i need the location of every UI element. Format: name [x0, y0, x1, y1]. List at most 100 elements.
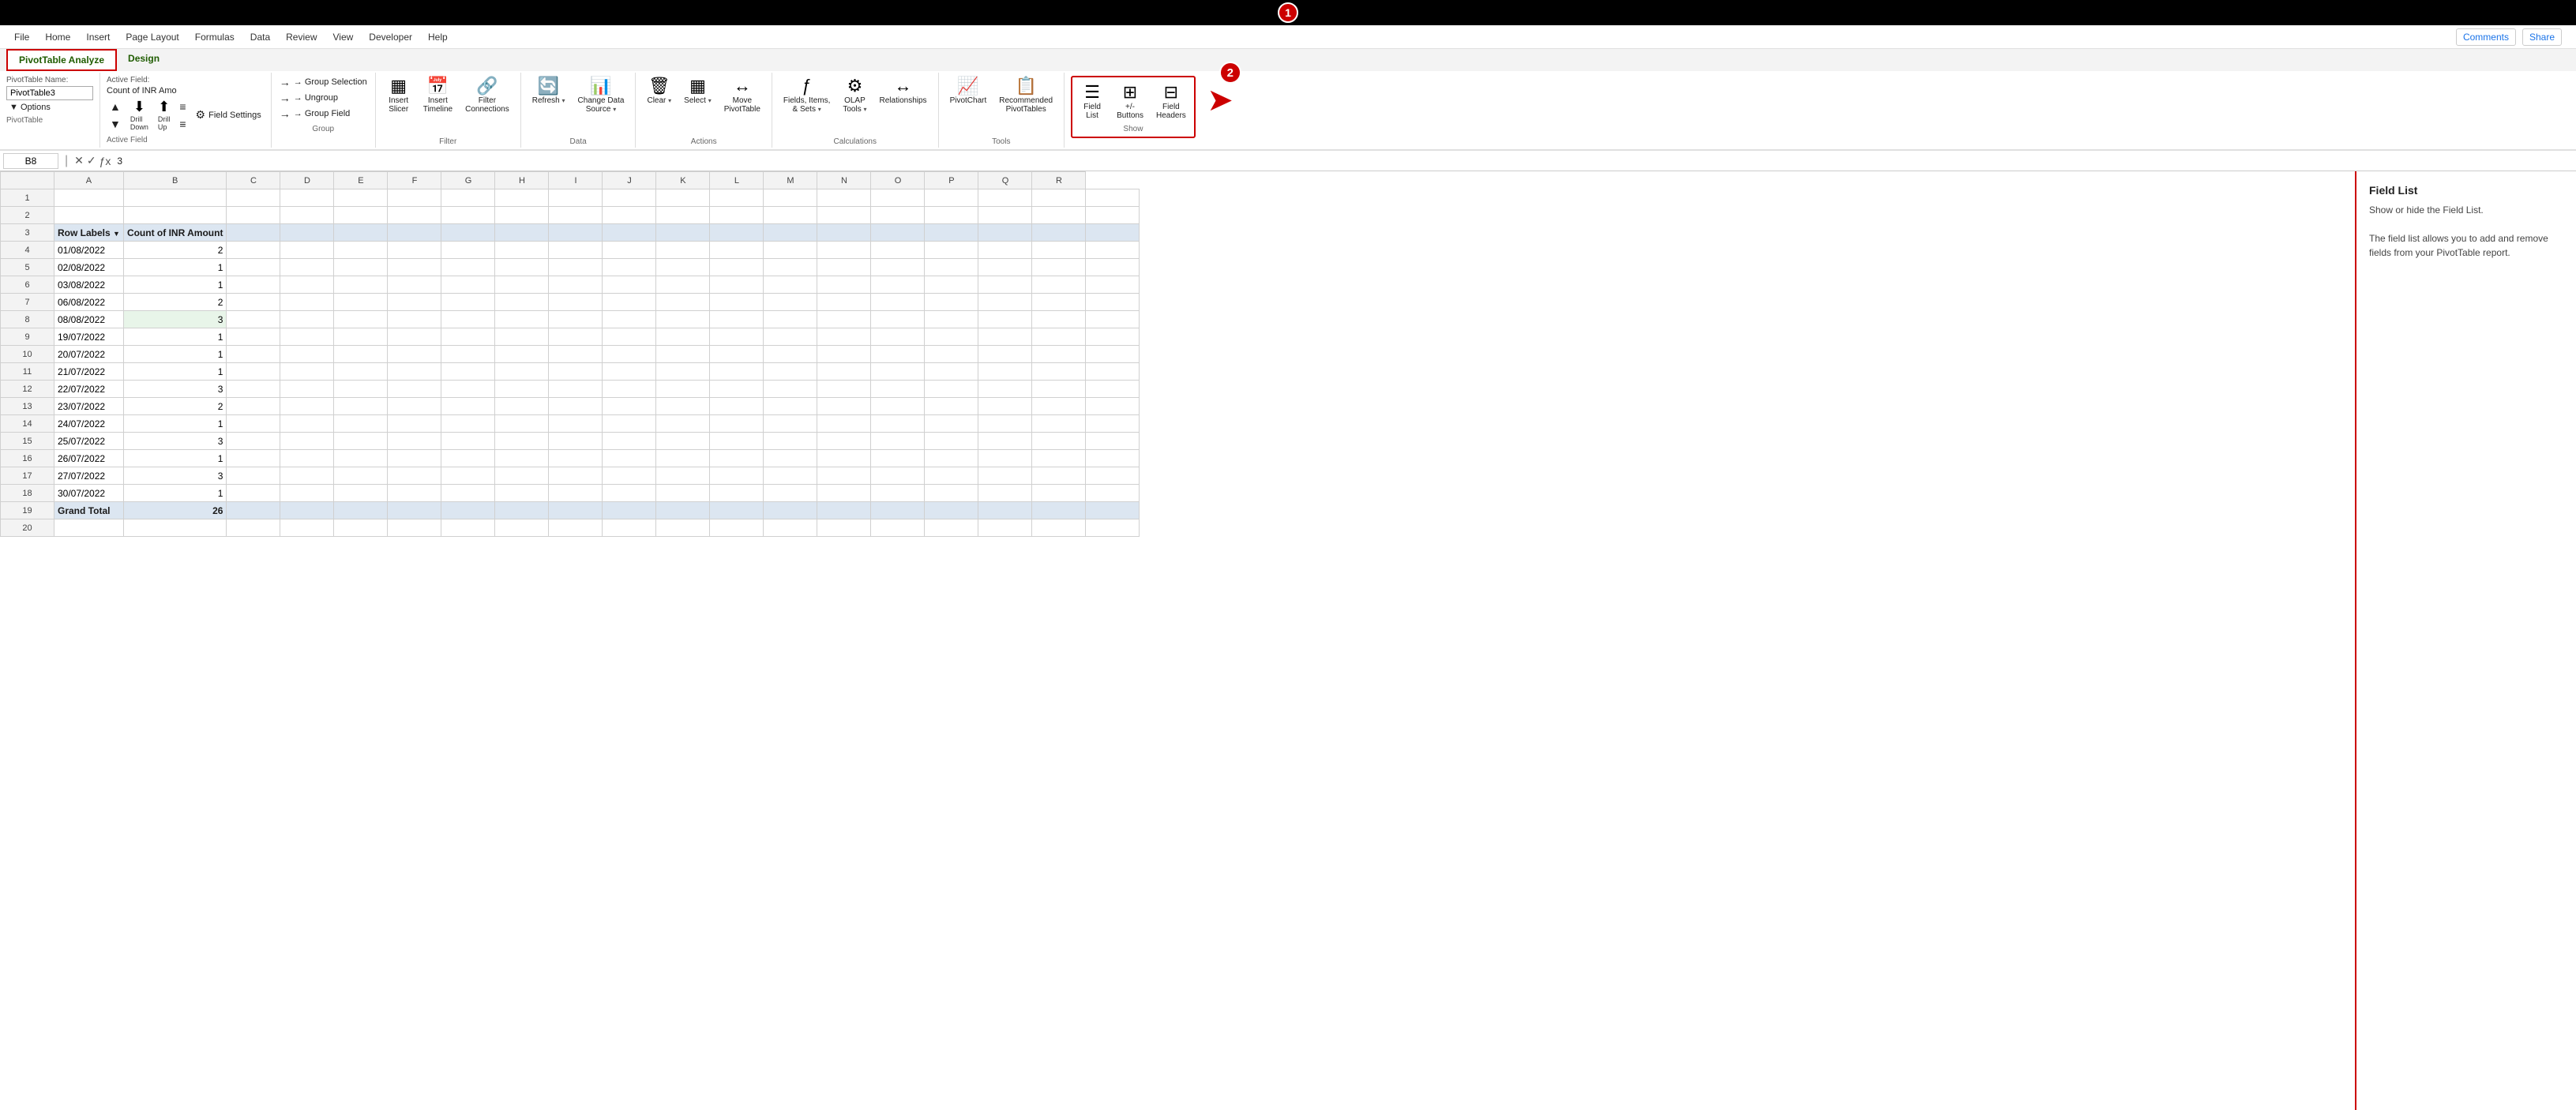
clear-button[interactable]: 🗑 Clear ▾ [642, 74, 676, 108]
cell-extra-r1-c13[interactable] [925, 189, 978, 207]
cell-extra-r20-c12[interactable] [871, 519, 925, 537]
cell-extra-r10-c14[interactable] [978, 346, 1032, 363]
cell-a4[interactable]: 01/08/2022 [54, 242, 124, 259]
cell-extra-r14-c6[interactable] [549, 415, 603, 433]
cell-extra-r6-c1[interactable] [280, 276, 334, 294]
cell-extra-r4-c3[interactable] [388, 242, 441, 259]
cell-extra-r9-c7[interactable] [603, 328, 656, 346]
cell-extra-r13-c15[interactable] [1032, 398, 1086, 415]
cell-extra-r6-c14[interactable] [978, 276, 1032, 294]
cell-extra-r18-c0[interactable] [227, 485, 280, 502]
cell-extra-r5-c2[interactable] [334, 259, 388, 276]
menu-page-layout[interactable]: Page Layout [118, 28, 186, 46]
cell-extra-r20-c16[interactable] [1086, 519, 1140, 537]
cell-extra-r7-c11[interactable] [817, 294, 871, 311]
cell-b20[interactable] [123, 519, 227, 537]
cell-extra-r12-c14[interactable] [978, 381, 1032, 398]
cell-extra-r6-c6[interactable] [549, 276, 603, 294]
cell-extra-r8-c9[interactable] [710, 311, 764, 328]
cell-b8[interactable]: 3 [123, 311, 227, 328]
cell-extra-r11-c6[interactable] [549, 363, 603, 381]
filter-connections-button[interactable]: 🔗 FilterConnections [460, 74, 514, 117]
cell-b18[interactable]: 1 [123, 485, 227, 502]
cell-extra-r20-c14[interactable] [978, 519, 1032, 537]
cell-extra-r13-c5[interactable] [495, 398, 549, 415]
cell-extra-r12-c11[interactable] [817, 381, 871, 398]
cell-extra-r9-c6[interactable] [549, 328, 603, 346]
recommended-pivottables-button[interactable]: 📋 RecommendedPivotTables [994, 74, 1057, 117]
cell-extra-r9-c8[interactable] [656, 328, 710, 346]
cell-extra-r1-c1[interactable] [280, 189, 334, 207]
cell-extra-r7-c10[interactable] [764, 294, 817, 311]
cell-a3[interactable]: Row Labels ▼ [54, 224, 124, 242]
cell-extra-r12-c12[interactable] [871, 381, 925, 398]
cell-extra-r17-c13[interactable] [925, 467, 978, 485]
cell-extra-r17-c11[interactable] [817, 467, 871, 485]
cell-extra-r6-c12[interactable] [871, 276, 925, 294]
cell-extra-r14-c8[interactable] [656, 415, 710, 433]
cell-extra-r3-c12[interactable] [871, 224, 925, 242]
cell-extra-r5-c6[interactable] [549, 259, 603, 276]
cell-extra-r12-c7[interactable] [603, 381, 656, 398]
cell-extra-r11-c10[interactable] [764, 363, 817, 381]
cell-extra-r14-c16[interactable] [1086, 415, 1140, 433]
confirm-formula-icon[interactable]: ✓ [87, 154, 96, 167]
cell-extra-r8-c10[interactable] [764, 311, 817, 328]
cell-extra-r20-c8[interactable] [656, 519, 710, 537]
cell-extra-r15-c8[interactable] [656, 433, 710, 450]
cell-extra-r6-c0[interactable] [227, 276, 280, 294]
cell-b16[interactable]: 1 [123, 450, 227, 467]
cell-extra-r20-c13[interactable] [925, 519, 978, 537]
cell-extra-r15-c6[interactable] [549, 433, 603, 450]
cell-extra-r8-c12[interactable] [871, 311, 925, 328]
menu-help[interactable]: Help [420, 28, 456, 46]
cell-a2[interactable] [54, 207, 124, 224]
cell-extra-r18-c2[interactable] [334, 485, 388, 502]
cell-extra-r2-c14[interactable] [978, 207, 1032, 224]
cell-extra-r3-c13[interactable] [925, 224, 978, 242]
cell-a19[interactable]: Grand Total [54, 502, 124, 519]
cell-extra-r13-c3[interactable] [388, 398, 441, 415]
menu-home[interactable]: Home [37, 28, 78, 46]
cell-extra-r5-c9[interactable] [710, 259, 764, 276]
pivotchart-button[interactable]: 📈 PivotChart [945, 74, 992, 108]
cell-extra-r7-c1[interactable] [280, 294, 334, 311]
cell-extra-r13-c7[interactable] [603, 398, 656, 415]
cell-extra-r14-c3[interactable] [388, 415, 441, 433]
cell-extra-r6-c5[interactable] [495, 276, 549, 294]
cell-extra-r2-c10[interactable] [764, 207, 817, 224]
cell-extra-r6-c10[interactable] [764, 276, 817, 294]
insert-slicer-button[interactable]: ▦ InsertSlicer [382, 74, 415, 117]
cell-extra-r5-c5[interactable] [495, 259, 549, 276]
cell-extra-r20-c2[interactable] [334, 519, 388, 537]
cell-a8[interactable]: 08/08/2022 [54, 311, 124, 328]
cell-extra-r5-c14[interactable] [978, 259, 1032, 276]
cell-extra-r1-c9[interactable] [710, 189, 764, 207]
cell-extra-r13-c0[interactable] [227, 398, 280, 415]
cell-extra-r1-c15[interactable] [1032, 189, 1086, 207]
cell-extra-r19-c0[interactable] [227, 502, 280, 519]
cell-extra-r7-c15[interactable] [1032, 294, 1086, 311]
cell-extra-r8-c2[interactable] [334, 311, 388, 328]
cell-extra-r1-c4[interactable] [441, 189, 495, 207]
cell-extra-r8-c16[interactable] [1086, 311, 1140, 328]
drill-down-arrow-down[interactable]: ▼ [107, 116, 124, 132]
cell-a12[interactable]: 22/07/2022 [54, 381, 124, 398]
cell-extra-r9-c13[interactable] [925, 328, 978, 346]
cell-extra-r12-c16[interactable] [1086, 381, 1140, 398]
collapse-field[interactable]: ≡ [176, 116, 189, 132]
cell-extra-r17-c15[interactable] [1032, 467, 1086, 485]
olap-tools-button[interactable]: ⚙ OLAPTools ▾ [838, 74, 871, 117]
cell-extra-r12-c2[interactable] [334, 381, 388, 398]
cell-extra-r15-c9[interactable] [710, 433, 764, 450]
cell-extra-r10-c5[interactable] [495, 346, 549, 363]
cell-extra-r5-c7[interactable] [603, 259, 656, 276]
cell-extra-r10-c1[interactable] [280, 346, 334, 363]
cell-extra-r7-c2[interactable] [334, 294, 388, 311]
cell-a17[interactable]: 27/07/2022 [54, 467, 124, 485]
cell-b1[interactable] [123, 189, 227, 207]
cell-extra-r2-c7[interactable] [603, 207, 656, 224]
share-button[interactable]: Share [2522, 28, 2562, 46]
cell-extra-r8-c0[interactable] [227, 311, 280, 328]
cell-extra-r1-c16[interactable] [1086, 189, 1140, 207]
